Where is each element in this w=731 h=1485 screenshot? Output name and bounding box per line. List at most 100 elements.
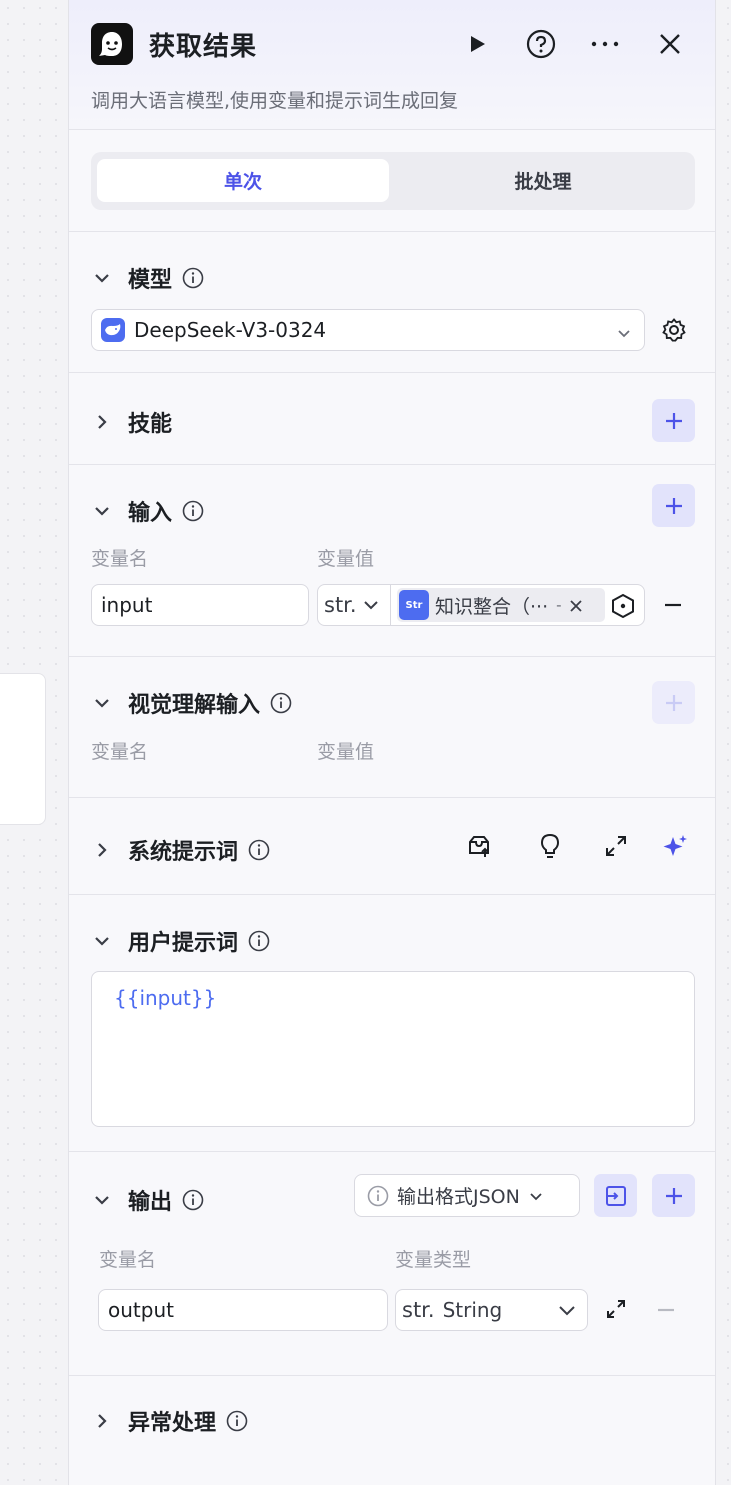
plus-icon [665,412,682,429]
column-label-name: 变量名 [99,1249,157,1271]
node-description: 调用大语言模型,使用变量和提示词生成回复 [91,90,459,112]
input-variable-name-field[interactable]: input [91,584,309,626]
settings-icon[interactable] [661,317,687,343]
chevron-right-icon[interactable] [91,1410,113,1432]
background-node-card [0,673,46,825]
system-prompt-title: 系统提示词 [128,840,239,865]
chevron-down-icon [363,601,378,610]
input-section: 输入 变量名 变量值 input str. Str 知识整合（··· - [69,465,715,657]
type-label: str. [324,593,357,617]
info-icon[interactable] [226,1410,248,1432]
column-label-name: 变量名 [91,741,149,763]
info-icon[interactable] [182,500,204,522]
output-section-header[interactable]: 输出 [91,1184,204,1216]
expand-icon[interactable] [605,1298,627,1324]
chevron-down-icon[interactable] [91,500,113,522]
plus-icon [665,694,682,711]
info-icon[interactable] [182,1189,204,1211]
type-select[interactable]: str. [318,585,391,625]
bulb-icon[interactable] [538,833,562,863]
error-handling-header[interactable]: 异常处理 [91,1405,248,1437]
input-variable-name: input [101,593,153,617]
node-title[interactable]: 获取结果 [149,26,257,63]
model-select[interactable]: DeepSeek-V3-0324 [91,309,645,351]
system-prompt-section: 系统提示词 [69,798,715,895]
variable-ref-icon: Str [399,590,429,620]
chevron-right-icon[interactable] [91,411,113,433]
variable-ref-icon-text: Str [405,599,423,611]
add-input-button[interactable] [652,484,695,527]
model-section-header[interactable]: 模型 [91,262,204,294]
prompt-library-icon[interactable] [466,833,492,863]
variable-reference-tag[interactable]: Str 知识整合（··· - [397,588,605,622]
user-prompt-editor[interactable]: {{input}} [91,971,695,1127]
remove-reference-icon[interactable] [569,593,582,617]
variable-ref-label: 知识整合（··· [435,595,549,618]
deepseek-icon [101,318,125,342]
system-prompt-header[interactable]: 系统提示词 [91,834,270,866]
chevron-down-icon[interactable] [91,267,113,289]
output-type-label: String [442,1298,503,1322]
more-icon[interactable] [589,28,621,60]
input-section-title: 输入 [128,501,173,526]
chevron-down-icon[interactable] [91,930,113,952]
model-section: 模型 DeepSeek-V3-0324 [69,232,715,373]
column-label-value: 变量值 [317,548,375,570]
tab-single[interactable]: 单次 [97,159,389,202]
output-section: 输出 输出格式JSON 变量名 变量类型 output str. String [69,1152,715,1376]
info-icon[interactable] [270,692,292,714]
skills-section-header[interactable]: 技能 [91,406,172,438]
variable-picker-icon[interactable] [610,593,636,624]
user-prompt-header[interactable]: 用户提示词 [91,925,270,957]
mode-tabs: 单次 批处理 [91,152,695,210]
help-icon[interactable] [525,28,557,60]
remove-input-button[interactable] [662,593,686,617]
chevron-down-icon[interactable] [91,1189,113,1211]
variable-ref-suffix: - [556,596,562,614]
tab-batch[interactable]: 批处理 [397,159,689,202]
column-label-name: 变量名 [91,548,149,570]
minus-icon [665,603,681,607]
output-section-title: 输出 [128,1190,173,1215]
sparkle-icon[interactable] [661,833,689,865]
error-handling-title: 异常处理 [128,1411,217,1436]
vision-input-header[interactable]: 视觉理解输入 [91,687,292,719]
chevron-down-icon [616,322,632,346]
panel-header: 获取结果 调用大语言模型,使用变量和提示词生成回复 [69,0,715,130]
user-prompt-section: 用户提示词 {{input}} [69,895,715,1152]
skills-section: 技能 [69,373,715,465]
mode-tabs-section: 单次 批处理 [69,130,715,232]
input-section-header[interactable]: 输入 [91,495,204,527]
vision-input-section: 视觉理解输入 变量名 变量值 [69,657,715,798]
output-type-short: str. [402,1298,435,1322]
info-icon[interactable] [248,930,270,952]
chevron-down-icon [559,1306,575,1316]
output-format-icon-button[interactable] [594,1174,637,1217]
output-format-select[interactable]: 输出格式JSON [354,1174,580,1217]
remove-output-button[interactable] [655,1299,677,1325]
model-select-value: DeepSeek-V3-0324 [134,318,327,342]
output-variable-name-field[interactable]: output [98,1289,388,1331]
plus-icon [665,497,682,514]
info-icon[interactable] [182,267,204,289]
output-variable-name: output [108,1298,174,1322]
vision-input-title: 视觉理解输入 [128,693,261,718]
input-variable-value-field[interactable]: str. Str 知识整合（··· - [317,584,645,626]
info-icon [367,1185,389,1206]
output-variable-type-select[interactable]: str. String [395,1289,588,1331]
add-skill-button[interactable] [652,399,695,442]
expand-icon[interactable] [604,834,628,862]
chevron-right-icon[interactable] [91,839,113,861]
add-vision-input-button[interactable] [652,681,695,724]
chevron-down-icon[interactable] [91,692,113,714]
add-output-button[interactable] [652,1174,695,1217]
play-icon[interactable] [461,28,493,60]
close-icon[interactable] [654,28,686,60]
minus-icon [658,1308,674,1312]
user-prompt-title: 用户提示词 [128,931,239,956]
column-label-type: 变量类型 [395,1249,472,1271]
column-label-value: 变量值 [317,741,375,763]
error-handling-section: 异常处理 [69,1376,715,1485]
skills-section-title: 技能 [128,412,173,437]
info-icon[interactable] [248,839,270,861]
